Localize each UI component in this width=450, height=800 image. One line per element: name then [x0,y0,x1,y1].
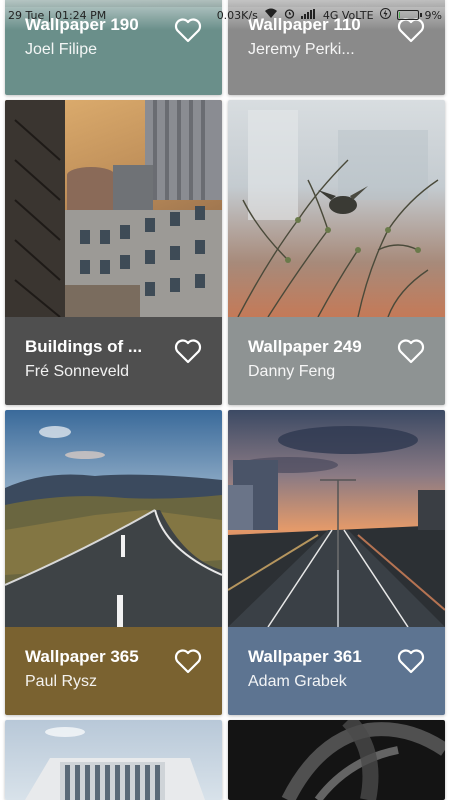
card-author: Joel Filipe [25,41,98,58]
wallpaper-card[interactable] [5,720,222,800]
battery-percent: 9% [424,8,442,22]
card-author: Fré Sonneveld [25,363,130,380]
wallpaper-card[interactable]: Wallpaper 361 Adam Grabek [228,410,445,715]
wallpaper-thumbnail [228,410,445,627]
wallpaper-thumbnail [228,720,445,800]
card-title: Wallpaper 365 [25,647,139,666]
card-author: Danny Feng [248,363,336,380]
card-title: Wallpaper 361 [248,647,362,666]
card-title: Wallpaper 249 [248,337,362,356]
card-author: Jeremy Perki... [248,41,355,58]
wallpaper-thumbnail [5,410,222,627]
status-bar: 29 Tue | 01:24 PM 0.03K/s 4G VoLTE 9% [0,0,450,30]
network-speed: 0.03K/s [216,8,258,22]
charging-icon [379,8,391,22]
wallpaper-thumbnail [5,720,222,800]
status-time: 29 Tue | 01:24 PM [8,8,107,22]
card-footer: Wallpaper 249 Danny Feng [228,317,445,405]
alarm-icon [284,8,295,22]
favorite-heart-icon[interactable] [397,648,425,674]
favorite-heart-icon[interactable] [174,648,202,674]
card-author: Paul Rysz [25,673,98,690]
wallpaper-card[interactable]: Wallpaper 249 Danny Feng [228,100,445,405]
network-type: 4G VoLTE [322,8,374,22]
card-footer: Buildings of ... Fré Sonneveld [5,317,222,405]
wallpaper-grid: Wallpaper 190 Joel Filipe Wallpaper 110 … [0,0,450,800]
wallpaper-card[interactable] [228,720,445,800]
wallpaper-thumbnail [5,100,222,317]
card-footer: Wallpaper 365 Paul Rysz [5,627,222,715]
wallpaper-thumbnail [228,100,445,317]
favorite-heart-icon[interactable] [397,338,425,364]
favorite-heart-icon[interactable] [174,338,202,364]
signal-icon [300,8,317,22]
battery-icon [396,10,422,20]
wallpaper-card[interactable]: Wallpaper 365 Paul Rysz [5,410,222,715]
card-title: Buildings of ... [25,337,143,356]
wallpaper-card[interactable]: Buildings of ... Fré Sonneveld [5,100,222,405]
card-author: Adam Grabek [248,673,347,690]
card-footer: Wallpaper 361 Adam Grabek [228,627,445,715]
wifi-icon [264,8,278,22]
